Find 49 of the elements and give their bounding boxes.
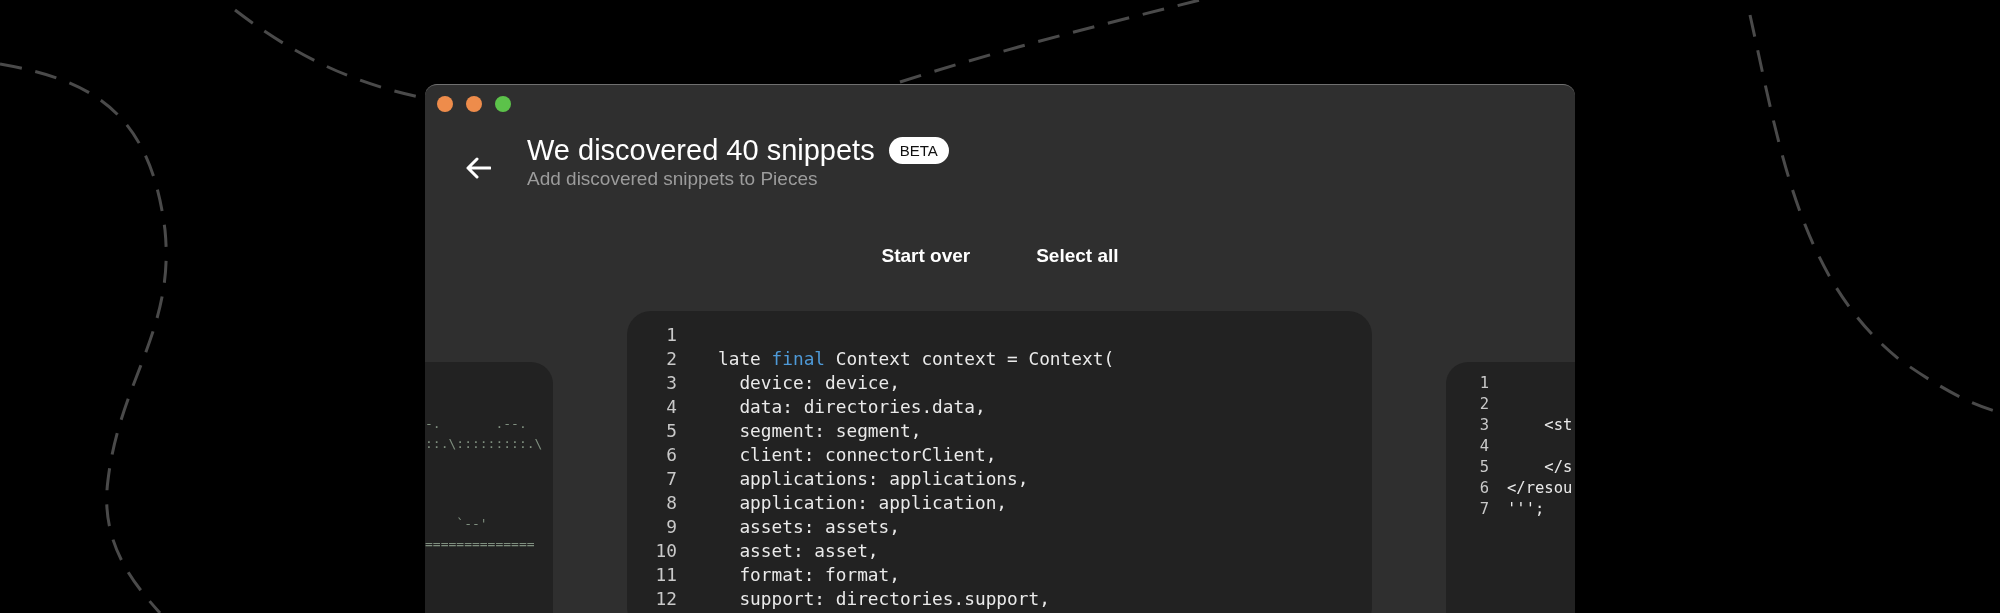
code-line: late final Context context = Context( [718, 347, 1115, 371]
line-number: 4 [665, 395, 677, 419]
page-title: We discovered 40 snippets [527, 133, 875, 168]
code-line: data: directories.data, [738, 395, 986, 419]
code-line: applications: applications, [738, 467, 1029, 491]
window-control-dot[interactable] [495, 96, 511, 112]
line-number: 12 [654, 587, 677, 611]
beta-badge: BETA [888, 136, 949, 164]
line-number: 7 [665, 467, 677, 491]
code-line: </resou [1507, 478, 1573, 499]
code-line: device: device, [738, 371, 900, 395]
code-line: '''; [1507, 499, 1545, 520]
code-line: client: connectorClient, [738, 443, 997, 467]
code-line: segment: segment, [738, 419, 922, 443]
line-number: 8 [665, 491, 677, 515]
line-number: 9 [665, 515, 677, 539]
start-over-button[interactable]: Start over [877, 237, 975, 275]
window-control-dot[interactable] [437, 96, 453, 112]
line-number: 3 [665, 371, 677, 395]
code-line: asset: asset, [738, 539, 879, 563]
code-line: </s [1543, 457, 1573, 478]
ascii-art-line: -. .--. [425, 415, 527, 433]
code-line: application: application, [738, 491, 1008, 515]
line-number: 7 [1478, 499, 1489, 520]
ascii-art-line: `--' [455, 515, 488, 533]
line-number: 2 [1478, 394, 1489, 415]
code-line: assets: assets, [738, 515, 900, 539]
code-line: support: directories.support, [738, 587, 1050, 611]
line-number: 11 [654, 563, 677, 587]
page-subtitle: Add discovered snippets to Pieces [527, 168, 819, 190]
line-number: 6 [1478, 478, 1489, 499]
window-control-dot[interactable] [466, 96, 482, 112]
line-number: 10 [654, 539, 677, 563]
line-number: 5 [1478, 457, 1489, 478]
line-number: 3 [1478, 415, 1489, 436]
line-number: 6 [665, 443, 677, 467]
code-line: format: format, [738, 563, 900, 587]
line-number: 1 [1478, 373, 1489, 394]
line-number: 2 [665, 347, 677, 371]
code-line: <st [1543, 415, 1573, 436]
ascii-art-line: ::.\:::::::::.\ [425, 435, 543, 453]
snippet-card[interactable]: -. .--. ::.\:::::::::.\ `--' ============== [425, 362, 553, 613]
line-number: 4 [1478, 436, 1489, 457]
snippet-card[interactable]: 1 2 3 <st 4 5 </s 6 </resou 7 '''; [1446, 362, 1575, 613]
select-all-button[interactable]: Select all [1032, 237, 1123, 275]
ascii-art-line: ============== [425, 535, 535, 553]
line-number: 1 [665, 323, 677, 347]
back-arrow-icon[interactable] [465, 156, 491, 180]
line-number: 5 [665, 419, 677, 443]
